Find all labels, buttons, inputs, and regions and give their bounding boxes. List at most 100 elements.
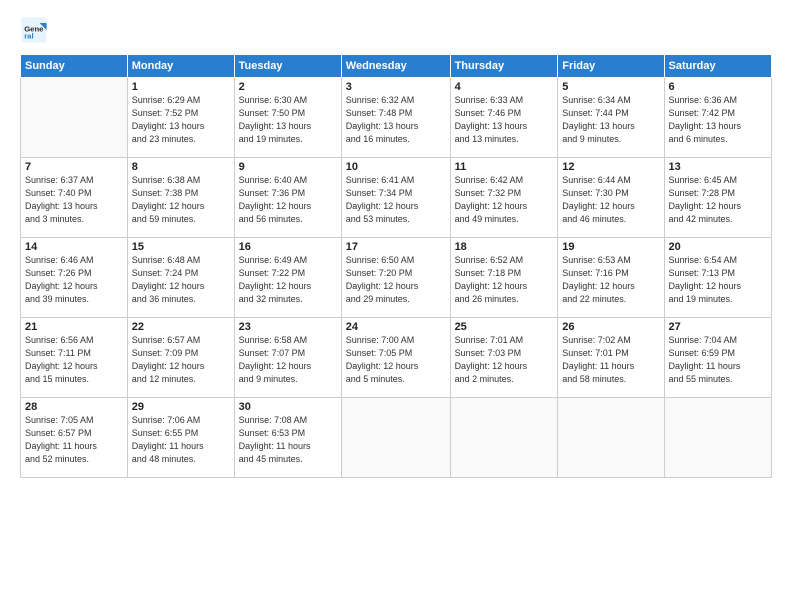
day-cell: 6Sunrise: 6:36 AMSunset: 7:42 PMDaylight… <box>664 78 771 158</box>
day-cell: 2Sunrise: 6:30 AMSunset: 7:50 PMDaylight… <box>234 78 341 158</box>
day-info: Sunrise: 7:01 AM <box>455 334 554 347</box>
page: Gene ral SundayMondayTuesdayWednesdayThu… <box>0 0 792 612</box>
day-info: and 29 minutes. <box>346 293 446 306</box>
week-row-0: 1Sunrise: 6:29 AMSunset: 7:52 PMDaylight… <box>21 78 772 158</box>
day-info: Daylight: 12 hours <box>455 200 554 213</box>
calendar-table: SundayMondayTuesdayWednesdayThursdayFrid… <box>20 54 772 478</box>
day-info: Daylight: 13 hours <box>132 120 230 133</box>
day-info: Sunrise: 6:29 AM <box>132 94 230 107</box>
col-header-sunday: Sunday <box>21 55 128 78</box>
header: Gene ral <box>20 16 772 44</box>
day-info: Daylight: 12 hours <box>455 280 554 293</box>
day-info: and 42 minutes. <box>669 213 767 226</box>
day-info: and 45 minutes. <box>239 453 337 466</box>
day-info: and 53 minutes. <box>346 213 446 226</box>
day-number: 17 <box>346 241 446 253</box>
day-info: Sunrise: 6:54 AM <box>669 254 767 267</box>
day-number: 12 <box>562 161 659 173</box>
day-info: and 9 minutes. <box>562 133 659 146</box>
day-info: and 46 minutes. <box>562 213 659 226</box>
day-info: Sunrise: 7:02 AM <box>562 334 659 347</box>
day-info: Daylight: 11 hours <box>132 440 230 453</box>
day-info: Sunrise: 6:32 AM <box>346 94 446 107</box>
day-cell <box>664 398 771 478</box>
day-number: 16 <box>239 241 337 253</box>
day-info: Sunset: 6:57 PM <box>25 427 123 440</box>
day-info: Sunrise: 6:52 AM <box>455 254 554 267</box>
day-number: 22 <box>132 321 230 333</box>
day-number: 29 <box>132 401 230 413</box>
day-info: Daylight: 12 hours <box>132 200 230 213</box>
day-info: Sunrise: 6:57 AM <box>132 334 230 347</box>
header-row: SundayMondayTuesdayWednesdayThursdayFrid… <box>21 55 772 78</box>
day-number: 7 <box>25 161 123 173</box>
day-info: Daylight: 12 hours <box>132 280 230 293</box>
day-info: and 58 minutes. <box>562 373 659 386</box>
day-cell: 28Sunrise: 7:05 AMSunset: 6:57 PMDayligh… <box>21 398 128 478</box>
day-info: Sunset: 7:09 PM <box>132 347 230 360</box>
day-info: Daylight: 13 hours <box>346 120 446 133</box>
day-number: 8 <box>132 161 230 173</box>
day-info: Daylight: 12 hours <box>669 280 767 293</box>
day-info: and 5 minutes. <box>346 373 446 386</box>
day-info: Sunset: 7:20 PM <box>346 267 446 280</box>
day-info: Sunset: 7:36 PM <box>239 187 337 200</box>
day-info: and 48 minutes. <box>132 453 230 466</box>
day-cell: 19Sunrise: 6:53 AMSunset: 7:16 PMDayligh… <box>558 238 664 318</box>
day-info: and 19 minutes. <box>669 293 767 306</box>
day-info: Daylight: 12 hours <box>346 360 446 373</box>
day-number: 11 <box>455 161 554 173</box>
day-info: and 15 minutes. <box>25 373 123 386</box>
day-info: Sunset: 7:07 PM <box>239 347 337 360</box>
day-info: and 12 minutes. <box>132 373 230 386</box>
day-info: and 32 minutes. <box>239 293 337 306</box>
day-info: Sunrise: 6:53 AM <box>562 254 659 267</box>
day-info: and 23 minutes. <box>132 133 230 146</box>
day-info: Sunset: 7:30 PM <box>562 187 659 200</box>
day-info: Sunset: 7:13 PM <box>669 267 767 280</box>
day-cell <box>21 78 128 158</box>
day-info: Sunset: 7:46 PM <box>455 107 554 120</box>
day-info: Sunrise: 6:33 AM <box>455 94 554 107</box>
logo: Gene ral <box>20 16 52 44</box>
day-cell <box>341 398 450 478</box>
day-number: 18 <box>455 241 554 253</box>
day-cell: 8Sunrise: 6:38 AMSunset: 7:38 PMDaylight… <box>127 158 234 238</box>
day-info: Sunset: 7:18 PM <box>455 267 554 280</box>
day-info: Sunset: 7:01 PM <box>562 347 659 360</box>
day-info: and 6 minutes. <box>669 133 767 146</box>
logo-icon: Gene ral <box>20 16 48 44</box>
day-info: Daylight: 13 hours <box>25 200 123 213</box>
day-info: Sunset: 7:48 PM <box>346 107 446 120</box>
day-number: 4 <box>455 81 554 93</box>
day-info: Sunset: 6:55 PM <box>132 427 230 440</box>
day-info: Sunrise: 6:37 AM <box>25 174 123 187</box>
day-info: Sunrise: 6:45 AM <box>669 174 767 187</box>
day-info: Sunrise: 6:46 AM <box>25 254 123 267</box>
day-info: and 59 minutes. <box>132 213 230 226</box>
day-info: Sunrise: 7:00 AM <box>346 334 446 347</box>
day-cell: 17Sunrise: 6:50 AMSunset: 7:20 PMDayligh… <box>341 238 450 318</box>
svg-text:ral: ral <box>24 31 33 40</box>
week-row-2: 14Sunrise: 6:46 AMSunset: 7:26 PMDayligh… <box>21 238 772 318</box>
col-header-thursday: Thursday <box>450 55 558 78</box>
day-info: Sunset: 7:28 PM <box>669 187 767 200</box>
day-info: Daylight: 12 hours <box>239 360 337 373</box>
day-cell: 21Sunrise: 6:56 AMSunset: 7:11 PMDayligh… <box>21 318 128 398</box>
day-cell: 7Sunrise: 6:37 AMSunset: 7:40 PMDaylight… <box>21 158 128 238</box>
col-header-monday: Monday <box>127 55 234 78</box>
day-info: Sunrise: 6:42 AM <box>455 174 554 187</box>
day-cell: 27Sunrise: 7:04 AMSunset: 6:59 PMDayligh… <box>664 318 771 398</box>
day-info: Daylight: 12 hours <box>669 200 767 213</box>
day-info: Sunset: 7:52 PM <box>132 107 230 120</box>
day-info: Daylight: 13 hours <box>562 120 659 133</box>
day-info: Sunrise: 7:05 AM <box>25 414 123 427</box>
day-info: Sunset: 6:53 PM <box>239 427 337 440</box>
col-header-saturday: Saturday <box>664 55 771 78</box>
day-number: 14 <box>25 241 123 253</box>
day-info: Sunrise: 7:06 AM <box>132 414 230 427</box>
day-info: Sunset: 6:59 PM <box>669 347 767 360</box>
day-info: Daylight: 12 hours <box>132 360 230 373</box>
day-info: Sunset: 7:32 PM <box>455 187 554 200</box>
day-info: Daylight: 12 hours <box>562 200 659 213</box>
